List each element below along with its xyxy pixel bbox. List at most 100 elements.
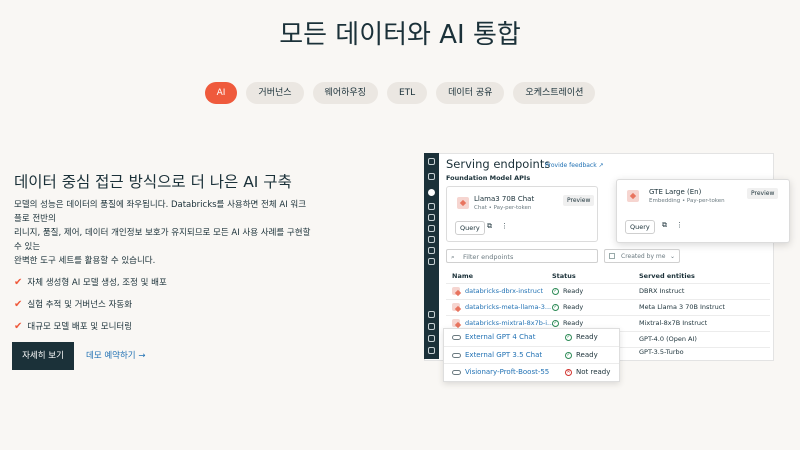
filter-placeholder: Filter endpoints bbox=[463, 253, 514, 261]
status-cell: ✓ Ready bbox=[565, 333, 598, 341]
kebab-menu-icon[interactable]: ⋮ bbox=[676, 221, 683, 229]
table-row[interactable]: databricks-dbrx-instruct ✓ Ready DBRX Ins… bbox=[446, 283, 770, 300]
status-text: Ready bbox=[563, 303, 584, 311]
collapse-icon[interactable] bbox=[428, 347, 435, 354]
check-circle-icon: ✓ bbox=[565, 351, 572, 359]
feature-item: ✔ 실험 추적 및 거버넌스 자동화 bbox=[14, 293, 167, 315]
serving-endpoints-title: Serving endpoints bbox=[446, 157, 551, 171]
served-entity: Mixtral-8x7B Instruct bbox=[639, 319, 708, 327]
check-icon: ✔ bbox=[14, 276, 23, 288]
external-row[interactable]: Visionary-Proft-Boost-55 ✕ Not ready bbox=[444, 363, 619, 381]
status-cell: ✕ Not ready bbox=[565, 368, 610, 376]
workspace-icon[interactable] bbox=[428, 203, 435, 210]
provide-feedback-link[interactable]: Provide feedback ↗ bbox=[545, 162, 604, 169]
tab-governance[interactable]: 거버넌스 bbox=[246, 82, 304, 104]
logo-icon[interactable] bbox=[428, 158, 435, 165]
clock-icon[interactable] bbox=[428, 236, 435, 243]
feedback-text: Provide feedback bbox=[545, 162, 597, 169]
feature-list: ✔ 자체 생성형 AI 모델 생성, 조정 및 배포 ✔ 실험 추적 및 거버넌스 … bbox=[14, 271, 167, 337]
cloud-icon bbox=[452, 369, 461, 375]
folder-icon[interactable] bbox=[428, 214, 435, 221]
preview-badge: Preview bbox=[747, 188, 779, 199]
external-row[interactable]: External GPT 3.5 Chat ✓ Ready bbox=[444, 346, 619, 364]
learn-more-button[interactable]: 자세히 보기 bbox=[12, 342, 74, 370]
foundation-model-label: Foundation Model APIs bbox=[446, 174, 531, 182]
status-text: Ready bbox=[576, 333, 598, 341]
tab-ai[interactable]: AI bbox=[204, 82, 238, 104]
page-title: 모든 데이터와 AI 통합 bbox=[279, 20, 521, 50]
feature-item: ✔ 자체 생성형 AI 모델 생성, 조정 및 배포 bbox=[14, 271, 167, 293]
tab-data-sharing[interactable]: 데이터 공유 bbox=[436, 82, 505, 104]
query-button[interactable]: Query bbox=[455, 221, 485, 235]
status-text: Ready bbox=[563, 319, 584, 327]
user-icon[interactable] bbox=[428, 335, 435, 342]
filter-endpoints-input[interactable]: ⌕ Filter endpoints bbox=[446, 249, 598, 263]
external-name-link[interactable]: Visionary-Proft-Boost-55 bbox=[465, 368, 549, 376]
check-icon: ✔ bbox=[14, 298, 23, 310]
col-header-status[interactable]: Status bbox=[552, 272, 576, 280]
model-name: GTE Large (En) bbox=[649, 188, 702, 196]
description-line: 모델의 성능은 데이터의 품질에 좌우됩니다. Databricks를 사용하면… bbox=[14, 200, 307, 210]
model-card-llama3[interactable]: Llama3 70B Chat Chat • Pay-per-token Pre… bbox=[446, 186, 598, 242]
external-name[interactable]: External GPT 4 Chat bbox=[452, 333, 535, 341]
settings-icon[interactable] bbox=[428, 323, 435, 330]
status-text: Not ready bbox=[576, 368, 611, 376]
feature-item: ✔ 대규모 모델 배포 및 모니터링 bbox=[14, 315, 167, 337]
served-entity: GPT-3.5-Turbo bbox=[639, 348, 684, 356]
x-circle-icon: ✕ bbox=[565, 368, 572, 376]
description-line: 플로 전반의 bbox=[14, 214, 56, 224]
col-header-name[interactable]: Name bbox=[452, 272, 473, 280]
model-name: Llama3 70B Chat bbox=[474, 195, 535, 203]
sidebar-rail bbox=[424, 153, 439, 359]
col-header-entities[interactable]: Served entities bbox=[639, 272, 695, 280]
cube-icon bbox=[627, 190, 639, 202]
model-subtitle: Chat • Pay-per-token bbox=[474, 205, 532, 211]
tab-etl[interactable]: ETL bbox=[386, 82, 428, 104]
check-circle-icon: ✓ bbox=[552, 303, 559, 311]
serving-icon[interactable] bbox=[428, 189, 435, 196]
jobs-icon[interactable] bbox=[428, 258, 435, 265]
section-heading: 데이터 중심 접근 방식으로 더 나은 AI 구축 bbox=[14, 173, 292, 191]
section-description: 모델의 성능은 데이터의 품질에 좌우됩니다. Databricks를 사용하면… bbox=[14, 198, 314, 268]
chevron-down-icon: ⌄ bbox=[669, 253, 675, 260]
status-text: Ready bbox=[576, 351, 598, 359]
status-cell: ✓ Ready bbox=[565, 351, 598, 359]
compute-icon[interactable] bbox=[428, 247, 435, 254]
model-subtitle: Embedding • Pay-per-token bbox=[649, 198, 725, 204]
tab-warehousing[interactable]: 웨어하우징 bbox=[312, 82, 378, 104]
description-line: 리니지, 품질, 제어, 데이터 개인정보 보호가 유지되므로 모든 AI 사용… bbox=[14, 228, 311, 238]
check-circle-icon: ✓ bbox=[565, 333, 572, 341]
tab-orchestration[interactable]: 오케스트레이션 bbox=[513, 82, 596, 104]
preview-badge: Preview bbox=[563, 195, 595, 206]
query-button[interactable]: Query bbox=[625, 220, 655, 234]
plus-icon[interactable] bbox=[428, 173, 435, 180]
help-icon[interactable] bbox=[428, 311, 435, 318]
endpoint-name-link[interactable]: databricks-dbrx-instruct bbox=[465, 287, 543, 295]
status-cell: ✓ Ready bbox=[552, 319, 583, 327]
copy-icon[interactable]: ⧉ bbox=[662, 221, 667, 230]
cloud-icon bbox=[452, 352, 461, 358]
status-cell: ✓ Ready bbox=[552, 303, 583, 311]
status-cell: ✓ Ready bbox=[552, 287, 583, 295]
model-card-gte[interactable]: GTE Large (En) Embedding • Pay-per-token… bbox=[616, 179, 790, 243]
external-row[interactable]: External GPT 4 Chat ✓ Ready bbox=[444, 329, 619, 346]
catalog-icon[interactable] bbox=[428, 225, 435, 232]
external-name[interactable]: Visionary-Proft-Boost-55 bbox=[452, 368, 549, 376]
cloud-icon bbox=[452, 334, 461, 340]
endpoint-name-link[interactable]: databricks-meta-llama-3... bbox=[465, 303, 551, 311]
created-by-me-checkbox[interactable]: Created by me ⌄ bbox=[604, 249, 680, 263]
external-name-link[interactable]: External GPT 3.5 Chat bbox=[465, 351, 542, 359]
category-tabs: AI 거버넌스 웨어하우징 ETL 데이터 공유 오케스트레이션 bbox=[0, 82, 800, 104]
external-name-link[interactable]: External GPT 4 Chat bbox=[465, 333, 535, 341]
book-demo-link[interactable]: 데모 예약하기 → bbox=[86, 342, 145, 370]
external-name[interactable]: External GPT 3.5 Chat bbox=[452, 351, 542, 359]
table-row[interactable]: databricks-meta-llama-3... ✓ Ready Meta L… bbox=[446, 299, 770, 316]
description-line: 완벽한 도구 세트를 활용할 수 있습니다. bbox=[14, 256, 156, 266]
check-icon: ✔ bbox=[14, 320, 23, 332]
copy-icon[interactable]: ⧉ bbox=[487, 222, 492, 231]
endpoint-name-link[interactable]: databricks-mixtral-8x7b-i... bbox=[465, 319, 553, 327]
feature-text: 자체 생성형 AI 모델 생성, 조정 및 배포 bbox=[27, 278, 167, 288]
served-entity: DBRX Instruct bbox=[639, 287, 685, 295]
kebab-menu-icon[interactable]: ⋮ bbox=[501, 222, 508, 230]
cube-icon bbox=[452, 287, 460, 295]
